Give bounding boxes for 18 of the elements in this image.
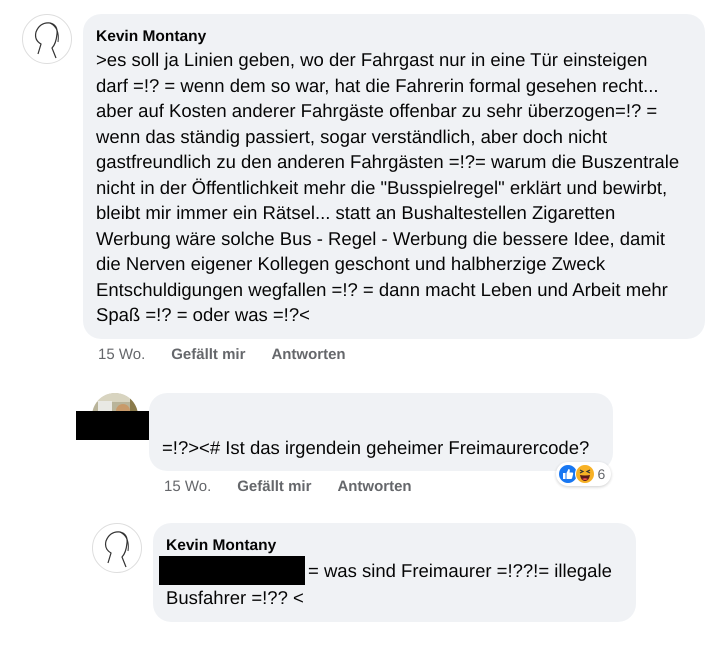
like-link[interactable]: Gefällt mir [171, 344, 246, 364]
comment-text: Busfahrer =!?? < [166, 586, 304, 610]
avatar[interactable] [92, 523, 142, 573]
reply-link[interactable]: Antworten [271, 344, 346, 364]
comment-text: =!?><# Ist das irgendein geheimer Freimaurercode? [162, 436, 590, 458]
comment-time[interactable]: 15 Wo. [164, 477, 212, 497]
comment-text: = was sind Freimaurer =!??!= illegale [308, 558, 612, 583]
comment-time[interactable]: 15 Wo. [98, 344, 146, 364]
avatar[interactable] [22, 14, 72, 64]
author-name[interactable]: Kevin Montany [166, 536, 612, 556]
comment-text: >es soll ja Linien geben, wo der Fahrgast nur in eine Tür einsteigen darf =!? = wenn dem so war, hat die Fahrerin formal gesehen recht... aber auf Kosten anderer Fahrgäste offenbar zu sehr überzogen=!? = wenn das ständig passiert, sogar verständlich, aber doch nicht gastfreundlich zu den anderen Fahrgästen =!?= warum die Buszentrale nicht in der Öffentlichkeit mehr die "Busspielregel" erklärt und bewirbt, bleibt mir immer ein Rätsel... statt an Bushaltestellen Zigaretten Werbung wäre solche Bus - Regel - Werbung die bessere Idee, damit die Nerven eigener Kollegen geschont und halbherzige Zweck Entschuldigungen wegfallen =!? = dann macht Leben und Arbeit mehr Spaß =!? = oder was =!?< [96, 49, 680, 325]
reaction-count: 6 [598, 466, 606, 482]
like-icon [558, 464, 578, 484]
author-name[interactable]: Kevin Montany [96, 27, 681, 47]
laughing-emoji-icon [574, 464, 594, 484]
reaction-badge[interactable]: 6 [556, 462, 612, 486]
like-link[interactable]: Gefällt mir [237, 477, 312, 497]
reply-link[interactable]: Antworten [337, 477, 412, 497]
